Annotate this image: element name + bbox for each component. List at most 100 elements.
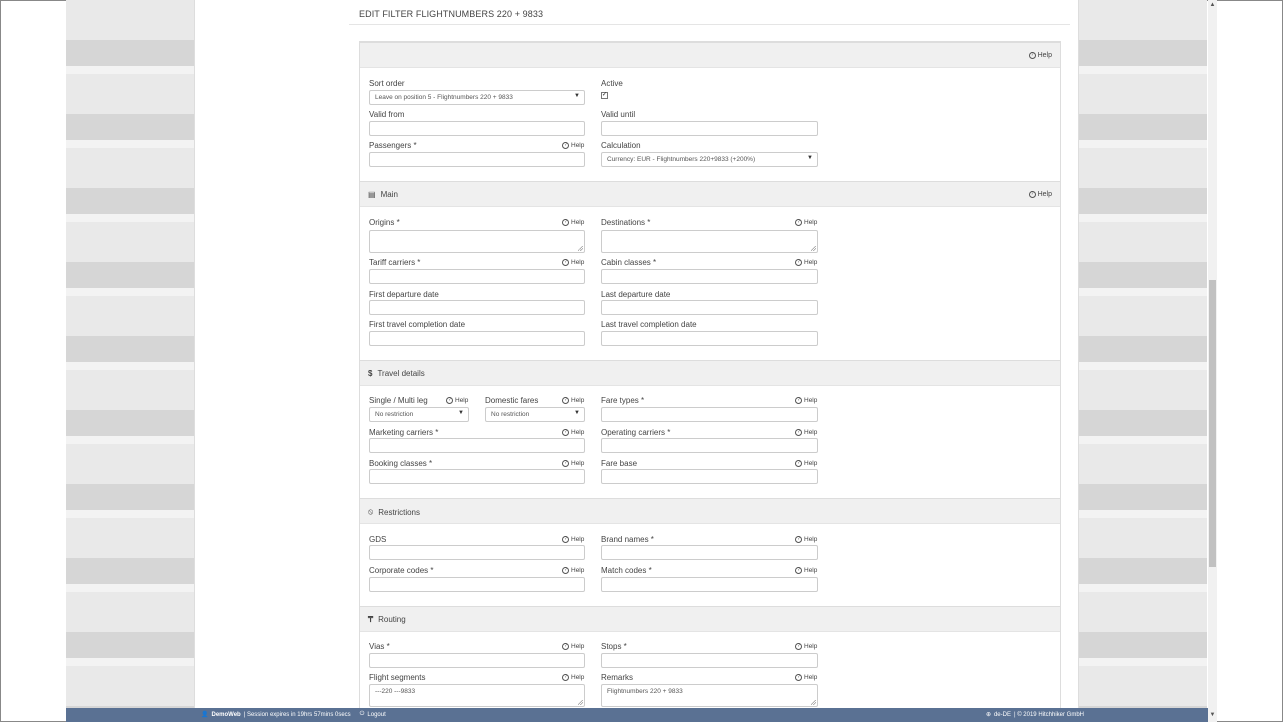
booking-classes-help[interactable]: ? Help [562, 460, 584, 467]
tariff-carriers-label: Tariff carriers * [369, 258, 421, 267]
operating-carriers-label: Operating carriers * [601, 428, 671, 437]
fare-base-help[interactable]: ? Help [795, 460, 817, 467]
destinations-textarea[interactable] [601, 230, 818, 253]
caret-down-icon: ▼ [807, 155, 813, 161]
scroll-up-arrow-icon[interactable]: ▲ [1208, 0, 1217, 10]
brand-names-help[interactable]: ? Help [795, 536, 817, 543]
power-icon: ⏻ [359, 711, 365, 717]
cabin-classes-input[interactable] [601, 269, 818, 284]
domestic-fares-help[interactable]: ? Help [562, 397, 584, 404]
match-codes-input[interactable] [601, 577, 818, 592]
travel-section-title: $ Travel details [368, 369, 425, 378]
main-section-header: ▤ Main ? Help [360, 181, 1060, 207]
caret-down-icon: ▼ [574, 93, 580, 99]
calculation-select[interactable]: Currency: EUR - Flightnumbers 220+9833 (… [601, 152, 818, 167]
footer-user[interactable]: DemoWeb [211, 712, 240, 718]
fare-base-input[interactable] [601, 469, 818, 484]
passengers-help[interactable]: ? Help [562, 142, 584, 149]
marketing-carriers-help[interactable]: ? Help [562, 429, 584, 436]
valid-until-label: Valid until [601, 110, 636, 119]
locale-link[interactable]: de-DE [994, 712, 1011, 718]
brand-names-label: Brand names * [601, 535, 654, 544]
tariff-carriers-help[interactable]: ? Help [562, 259, 584, 266]
fare-base-label: Fare base [601, 459, 638, 468]
signpost-icon: ₸ [368, 615, 374, 624]
origins-help[interactable]: ? Help [562, 219, 584, 226]
booking-classes-input[interactable] [369, 469, 585, 484]
remarks-label: Remarks [601, 673, 634, 682]
question-icon: ? [1028, 191, 1036, 198]
question-icon: ? [562, 429, 569, 436]
vias-help[interactable]: ? Help [562, 643, 584, 650]
vias-input[interactable] [369, 653, 585, 668]
remarks-help[interactable]: ? Help [795, 674, 817, 681]
operating-carriers-input[interactable] [601, 438, 818, 453]
scroll-down-arrow-icon[interactable]: ▼ [1208, 710, 1217, 720]
domestic-fares-select[interactable]: No restriction ▼ [485, 407, 585, 422]
cabin-classes-help[interactable]: ? Help [795, 259, 817, 266]
remarks-textarea[interactable]: Flightnumbers 220 + 9833 [601, 684, 818, 707]
single-multi-label: Single / Multi leg [369, 396, 428, 405]
passengers-input[interactable] [369, 152, 585, 167]
calculation-label: Calculation [601, 141, 641, 150]
operating-carriers-help[interactable]: ? Help [795, 429, 817, 436]
question-icon: ? [562, 259, 569, 266]
flight-segments-textarea[interactable]: ---220 ---9833 [369, 684, 585, 707]
marketing-carriers-input[interactable] [369, 438, 585, 453]
general-help-link[interactable]: ? Help [1028, 52, 1052, 59]
first-completion-label: First travel completion date [369, 320, 466, 329]
question-icon: ? [795, 397, 802, 404]
logout-link[interactable]: Logout [367, 712, 385, 718]
stops-input[interactable] [601, 653, 818, 668]
flight-segments-help[interactable]: ? Help [562, 674, 584, 681]
question-icon: ? [562, 219, 569, 226]
title-divider [349, 24, 1070, 25]
valid-until-input[interactable] [601, 121, 818, 136]
scrollbar-thumb[interactable] [1209, 280, 1216, 567]
destinations-help[interactable]: ? Help [795, 219, 817, 226]
question-icon: ? [795, 259, 802, 266]
ban-icon: ⦸ [368, 507, 374, 516]
corporate-codes-help[interactable]: ? Help [562, 567, 584, 574]
brand-names-input[interactable] [601, 545, 818, 560]
routing-section-title: ₸ Routing [368, 615, 406, 624]
sort-order-label: Sort order [369, 79, 405, 88]
last-completion-input[interactable] [601, 331, 818, 346]
gds-help[interactable]: ? Help [562, 536, 584, 543]
routing-section-header: ₸ Routing [360, 606, 1060, 632]
single-multi-select[interactable]: No restriction ▼ [369, 407, 469, 422]
question-icon: ? [795, 536, 802, 543]
sort-order-select[interactable]: Leave on position 5 - Flightnumbers 220 … [369, 90, 585, 105]
single-multi-help[interactable]: ? Help [446, 397, 468, 404]
last-departure-input[interactable] [601, 300, 818, 315]
gds-input[interactable] [369, 545, 585, 560]
domestic-fares-label: Domestic fares [485, 396, 539, 405]
valid-from-input[interactable] [369, 121, 585, 136]
footer-copyright: | © 2019 Hitchhiker GmbH [1013, 711, 1084, 718]
first-departure-input[interactable] [369, 300, 585, 315]
caret-down-icon: ▼ [574, 410, 580, 416]
travel-section-header: $ Travel details [360, 360, 1060, 386]
origins-label: Origins * [369, 218, 400, 227]
stops-help[interactable]: ? Help [795, 643, 817, 650]
footer-session-info: 👤 DemoWeb | Session expires in 19hrs 57m… [201, 711, 386, 718]
question-icon: ? [1028, 52, 1036, 59]
page-title: EDIT FILTER FLIGHTNUMBERS 220 + 9833 [359, 9, 544, 19]
main-help-link[interactable]: ? Help [1028, 191, 1052, 198]
origins-textarea[interactable] [369, 230, 585, 253]
corporate-codes-input[interactable] [369, 577, 585, 592]
fare-types-help[interactable]: ? Help [795, 397, 817, 404]
active-checkbox[interactable]: ✓ [601, 92, 608, 99]
match-codes-help[interactable]: ? Help [795, 567, 817, 574]
question-icon: ? [795, 460, 802, 467]
booking-classes-label: Booking classes * [369, 459, 433, 468]
background-left [66, 0, 194, 722]
marketing-carriers-label: Marketing carriers * [369, 428, 439, 437]
main-section-title: ▤ Main [368, 190, 398, 199]
question-icon: ? [562, 142, 569, 149]
fare-types-input[interactable] [601, 407, 818, 422]
first-completion-input[interactable] [369, 331, 585, 346]
globe-icon: ⊕ [985, 712, 991, 718]
question-icon: ? [795, 674, 802, 681]
tariff-carriers-input[interactable] [369, 269, 585, 284]
